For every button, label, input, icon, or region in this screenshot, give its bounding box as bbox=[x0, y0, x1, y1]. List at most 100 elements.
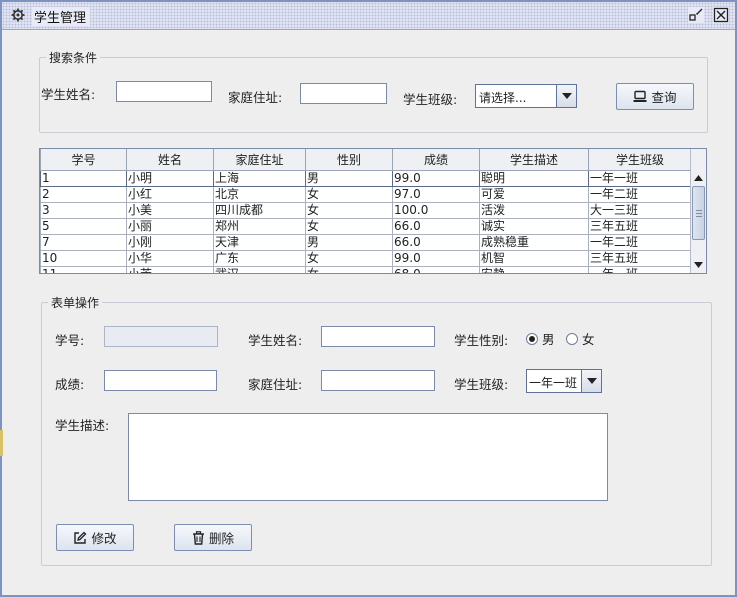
table-row[interactable]: 3 小美 四川成都 女 100.0 活泼 大一三班 bbox=[40, 201, 692, 219]
table-cell: 7 bbox=[40, 233, 127, 251]
table-cell: 小华 bbox=[126, 249, 214, 267]
table-cell: 三年五班 bbox=[588, 217, 692, 235]
table-scrollbar[interactable] bbox=[690, 149, 706, 273]
table-cell: 天津 bbox=[213, 233, 306, 251]
table-header: 学号 姓名 家庭住址 性别 成绩 学生描述 学生班级 bbox=[40, 149, 692, 171]
scrollbar-thumb[interactable] bbox=[692, 186, 705, 240]
gender-male-radio[interactable]: 男 bbox=[526, 329, 555, 348]
table-cell: 小丽 bbox=[126, 217, 214, 235]
form-class-select[interactable]: 一年一班 bbox=[526, 369, 602, 393]
search-class-select[interactable]: 请选择... bbox=[475, 84, 577, 108]
table-row[interactable]: 5 小丽 郑州 女 66.0 诚实 三年五班 bbox=[40, 217, 692, 235]
table-cell: 一年一班 bbox=[588, 169, 692, 187]
main-window: 学生管理 搜索条件 学生姓名: 家庭住址: 学生班级: 请选择... 查询 学号… bbox=[0, 0, 737, 597]
form-gender-label: 学生性别: bbox=[454, 333, 509, 348]
search-class-value: 请选择... bbox=[479, 91, 527, 105]
form-group-legend: 表单操作 bbox=[51, 296, 100, 310]
table-cell: 成熟稳重 bbox=[479, 233, 589, 251]
form-name-input[interactable] bbox=[321, 326, 435, 347]
radio-selected-icon bbox=[526, 332, 538, 345]
table-row[interactable]: 7 小刚 天津 男 66.0 成熟稳重 一年二班 bbox=[40, 233, 692, 251]
chevron-down-icon[interactable] bbox=[556, 85, 576, 107]
student-table[interactable]: 学号 姓名 家庭住址 性别 成绩 学生描述 学生班级 1 小明 上海 男 99.… bbox=[39, 148, 707, 274]
table-cell: 诚实 bbox=[479, 217, 589, 235]
form-address-label: 家庭住址: bbox=[248, 377, 303, 392]
gender-female-label: 女 bbox=[582, 332, 595, 347]
delete-button-label: 删除 bbox=[208, 531, 234, 546]
table-cell: 小美 bbox=[126, 201, 214, 219]
table-cell: 广东 bbox=[213, 249, 306, 267]
table-cell: 可爱 bbox=[479, 185, 589, 203]
search-class-label: 学生班级: bbox=[403, 92, 458, 107]
table-cell: 男 bbox=[305, 169, 393, 187]
window-edge-marker bbox=[0, 430, 3, 456]
column-header[interactable]: 家庭住址 bbox=[213, 149, 306, 171]
chevron-down-icon[interactable] bbox=[694, 262, 703, 268]
search-address-label: 家庭住址: bbox=[228, 90, 283, 105]
search-group-legend: 搜索条件 bbox=[49, 51, 98, 65]
restore-icon bbox=[689, 8, 703, 21]
form-score-input[interactable] bbox=[104, 370, 217, 391]
table-cell: 1 bbox=[40, 169, 127, 187]
gender-male-label: 男 bbox=[542, 332, 555, 347]
table-cell: 99.0 bbox=[392, 249, 480, 267]
form-desc-textarea[interactable] bbox=[128, 413, 608, 501]
title-bar[interactable]: 学生管理 bbox=[2, 2, 735, 30]
table-cell: 5 bbox=[40, 217, 127, 235]
form-name-label: 学生姓名: bbox=[248, 333, 303, 348]
close-button[interactable] bbox=[713, 7, 729, 23]
gender-female-radio[interactable]: 女 bbox=[566, 329, 595, 348]
table-cell: 机智 bbox=[479, 249, 589, 267]
column-header[interactable]: 性别 bbox=[305, 149, 393, 171]
column-header[interactable]: 学生班级 bbox=[588, 149, 692, 171]
column-header[interactable]: 姓名 bbox=[126, 149, 214, 171]
monitor-icon bbox=[633, 90, 647, 102]
form-address-input[interactable] bbox=[321, 370, 435, 391]
table-cell: 99.0 bbox=[392, 169, 480, 187]
window-title: 学生管理 bbox=[32, 7, 91, 26]
student-grid: 学号 姓名 家庭住址 性别 成绩 学生描述 学生班级 1 小明 上海 男 99.… bbox=[40, 149, 692, 273]
query-button[interactable]: 查询 bbox=[616, 83, 694, 110]
form-class-value: 一年一班 bbox=[529, 376, 578, 390]
table-cell: 三年五班 bbox=[588, 249, 692, 267]
search-address-input[interactable] bbox=[300, 83, 387, 104]
table-cell: 一年二班 bbox=[588, 185, 692, 203]
table-row[interactable]: 1 小明 上海 男 99.0 聪明 一年一班 bbox=[40, 169, 692, 187]
chevron-up-icon[interactable] bbox=[694, 175, 703, 181]
table-cell: 男 bbox=[305, 233, 393, 251]
table-cell: 66.0 bbox=[392, 233, 480, 251]
search-name-input[interactable] bbox=[116, 81, 212, 102]
table-cell: 北京 bbox=[213, 185, 306, 203]
table-cell: 10 bbox=[40, 249, 127, 267]
table-cell: 女 bbox=[305, 249, 393, 267]
form-class-label: 学生班级: bbox=[454, 377, 509, 392]
trash-icon bbox=[192, 530, 204, 545]
close-icon bbox=[713, 7, 729, 23]
table-row[interactable]: 11 小芳 武汉 女 68.0 安静 一年一班 bbox=[40, 265, 692, 273]
query-button-label: 查询 bbox=[651, 90, 677, 105]
table-row[interactable]: 10 小华 广东 女 99.0 机智 三年五班 bbox=[40, 249, 692, 267]
table-cell: 2 bbox=[40, 185, 127, 203]
table-cell: 武汉 bbox=[213, 265, 306, 273]
table-cell: 一年二班 bbox=[588, 233, 692, 251]
column-header[interactable]: 学生描述 bbox=[479, 149, 589, 171]
table-cell: 郑州 bbox=[213, 217, 306, 235]
search-name-label: 学生姓名: bbox=[41, 87, 96, 102]
table-cell: 11 bbox=[40, 265, 127, 273]
chevron-down-icon[interactable] bbox=[581, 370, 601, 392]
table-cell: 97.0 bbox=[392, 185, 480, 203]
table-cell: 女 bbox=[305, 201, 393, 219]
table-cell: 安静 bbox=[479, 265, 589, 273]
column-header[interactable]: 学号 bbox=[40, 149, 127, 171]
table-row[interactable]: 2 小红 北京 女 97.0 可爱 一年二班 bbox=[40, 185, 692, 203]
modify-button[interactable]: 修改 bbox=[56, 524, 134, 551]
table-cell: 100.0 bbox=[392, 201, 480, 219]
table-cell: 大一三班 bbox=[588, 201, 692, 219]
form-score-label: 成绩: bbox=[55, 377, 85, 392]
column-header[interactable]: 成绩 bbox=[392, 149, 480, 171]
restore-button[interactable] bbox=[688, 7, 704, 23]
table-cell: 68.0 bbox=[392, 265, 480, 273]
table-cell: 小红 bbox=[126, 185, 214, 203]
table-cell: 一年一班 bbox=[588, 265, 692, 273]
delete-button[interactable]: 删除 bbox=[174, 524, 252, 551]
